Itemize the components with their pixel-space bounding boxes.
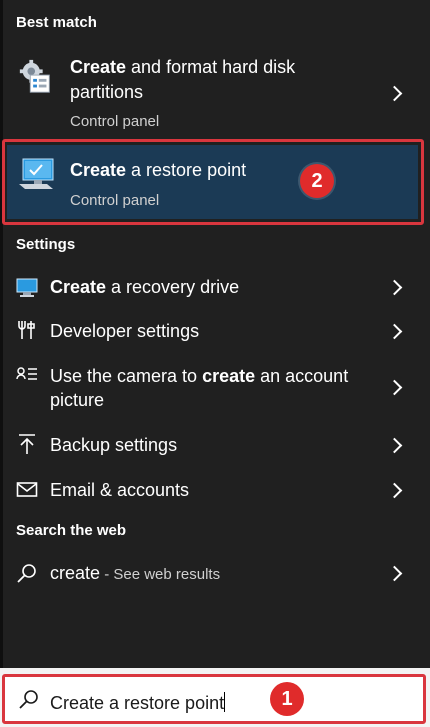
mail-icon — [16, 482, 38, 497]
account-icon — [16, 367, 37, 380]
chevron-right-icon — [386, 565, 403, 582]
settings-email-accounts[interactable]: Email & accounts — [0, 473, 430, 507]
web-search-result[interactable]: create - See web results — [0, 558, 430, 590]
search-icon — [19, 690, 38, 709]
section-title-search-web: Search the web — [16, 522, 127, 539]
section-title-best-match: Best match — [16, 14, 97, 31]
result-create-restore-point[interactable] — [7, 145, 418, 219]
monitor-icon — [16, 278, 38, 297]
section-title-settings: Settings — [16, 236, 76, 253]
search-results-panel: Best match Create and format hard disk p… — [0, 0, 430, 668]
settings-label: Use the camera to create an account — [50, 366, 349, 386]
settings-label-line2: picture — [50, 390, 105, 410]
chevron-right-icon — [386, 85, 403, 102]
chevron-right-icon — [386, 323, 403, 340]
result-subtitle-selected: Control panel — [70, 192, 160, 209]
result-title: Create and format hard disk — [70, 57, 296, 77]
text-caret — [224, 692, 226, 712]
result-subtitle: Control panel — [70, 113, 160, 130]
search-icon — [17, 564, 36, 583]
annotation-badge-1: 1 — [270, 682, 304, 716]
gear-doc-icon — [19, 59, 50, 93]
chevron-right-icon — [386, 279, 403, 296]
settings-create-recovery-drive[interactable]: Create a recovery drive — [0, 270, 430, 304]
settings-label: Developer settings — [50, 321, 200, 341]
result-title-line2: partitions — [70, 82, 144, 102]
tools-icon — [18, 321, 35, 339]
settings-label: Backup settings — [50, 435, 178, 455]
result-title-selected: Create a restore point — [70, 160, 247, 180]
web-search-label: create - See web results — [50, 563, 221, 583]
search-input-value: Create a restore point — [50, 692, 226, 713]
chevron-right-icon — [386, 437, 403, 454]
chevron-right-icon — [386, 379, 403, 396]
annotation-badge-2: 2 — [300, 164, 334, 198]
settings-camera-create-account-picture[interactable]: Use the camera to create an account pict… — [0, 360, 430, 420]
monitor-restore-icon — [19, 158, 54, 189]
result-create-format-partitions[interactable]: Create and format hard disk partitions C… — [0, 50, 430, 136]
settings-backup-settings[interactable]: Backup settings — [0, 428, 430, 462]
chevron-right-icon — [386, 482, 403, 499]
settings-developer-settings[interactable]: Developer settings — [0, 314, 430, 348]
upload-icon — [19, 434, 35, 454]
settings-label: Create a recovery drive — [50, 277, 240, 297]
settings-label: Email & accounts — [50, 480, 190, 500]
